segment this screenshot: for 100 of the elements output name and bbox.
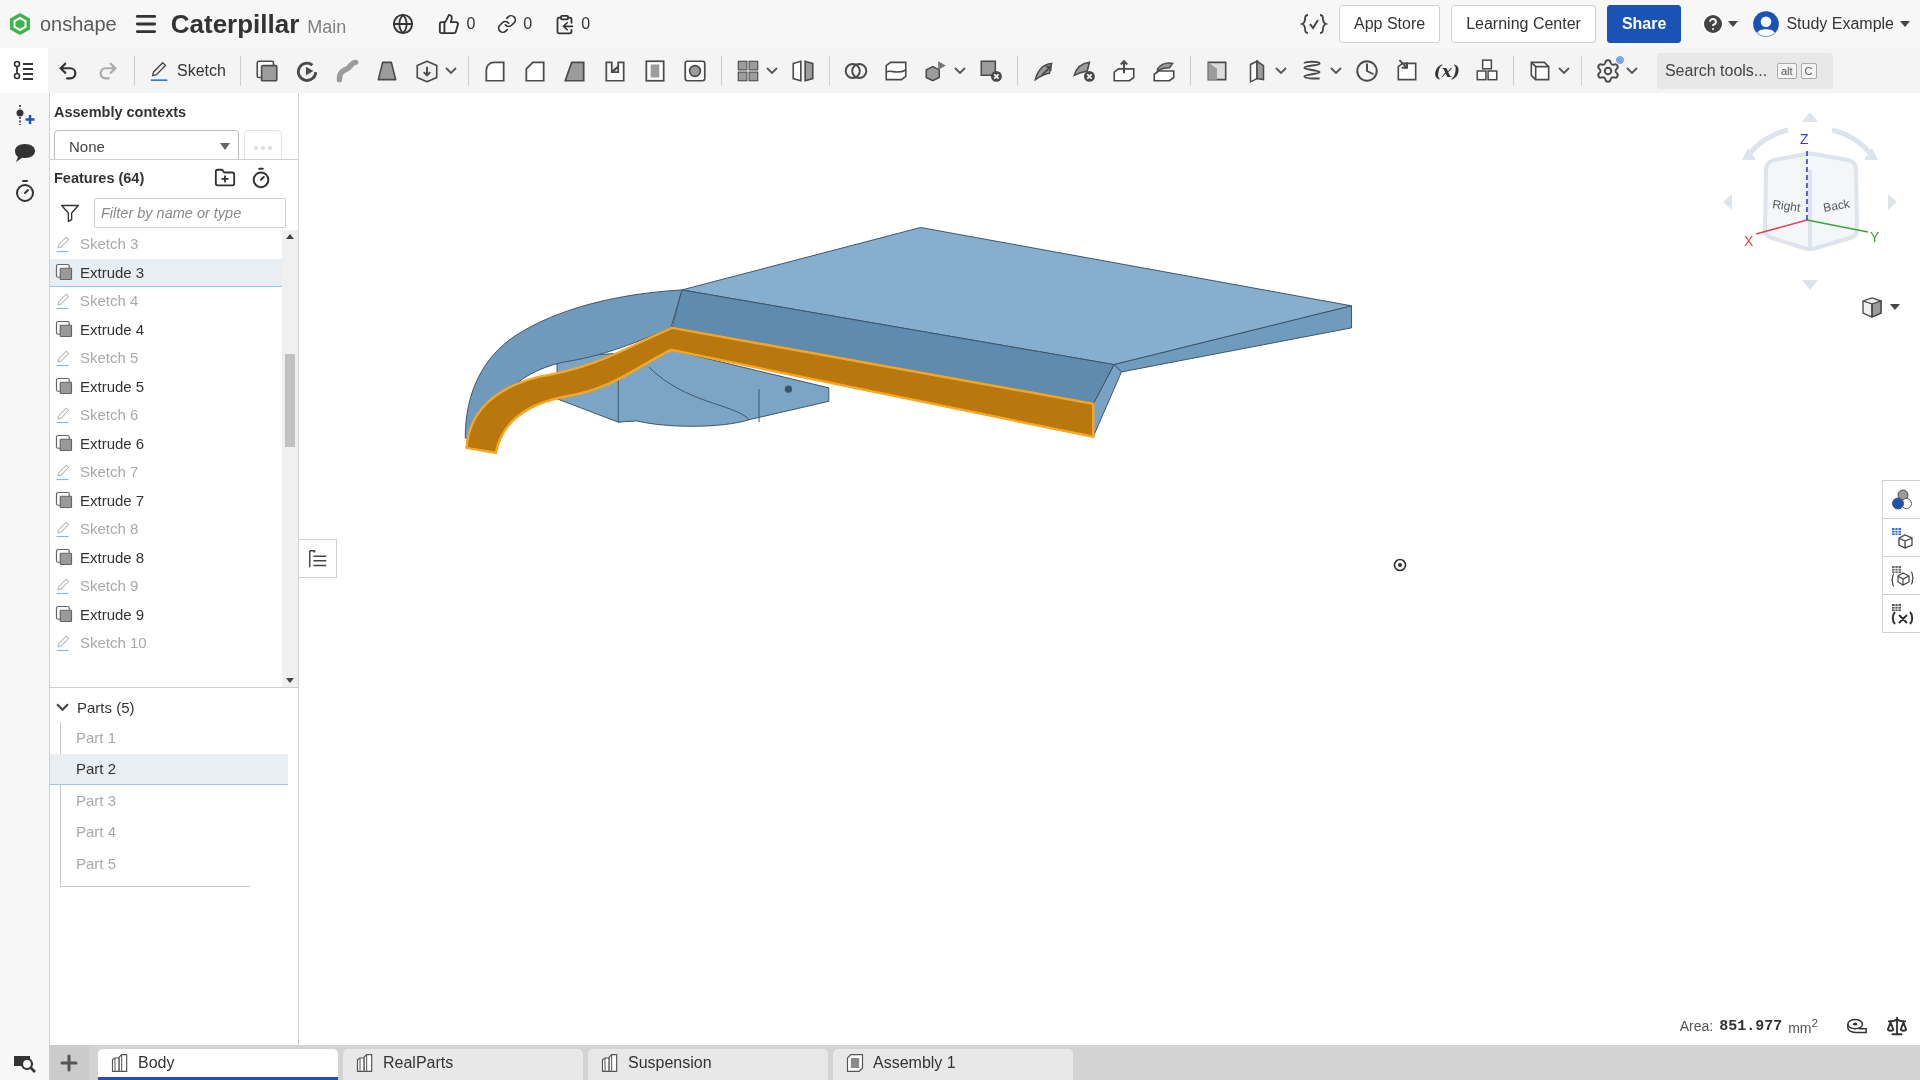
stacked-squares-icon — [55, 263, 73, 282]
user-menu[interactable]: Study Example — [1752, 10, 1910, 38]
list-tree-icon — [12, 58, 36, 83]
document-tab[interactable]: RealParts — [343, 1049, 583, 1080]
search-tools-field[interactable]: Search tools... alt C — [1656, 52, 1833, 89]
filter-icon[interactable] — [60, 203, 80, 223]
chevron-down-icon[interactable] — [1625, 66, 1638, 75]
panel-toggle-button[interactable] — [299, 539, 337, 578]
chevron-down-icon[interactable] — [953, 66, 966, 75]
stacked-squares-icon — [55, 548, 73, 567]
stacked-squares-icon — [55, 491, 73, 510]
side-panel-button[interactable] — [1882, 594, 1920, 633]
braces-check-icon[interactable] — [1300, 12, 1328, 36]
grid-cube-icon — [1889, 525, 1914, 550]
feature-item[interactable]: Extrude 8 — [50, 543, 282, 572]
logo-text: onshape — [40, 12, 117, 36]
target-icon — [1393, 558, 1407, 572]
part-item[interactable]: Part 2 — [50, 753, 288, 785]
caret-icon — [1900, 21, 1910, 27]
avatar-icon — [1752, 10, 1781, 38]
chevron-down-icon[interactable] — [444, 66, 457, 75]
scale-icon[interactable] — [1886, 1015, 1908, 1037]
measure-label: Area: — [1679, 1018, 1714, 1034]
caret-icon — [220, 143, 230, 150]
document-title: Caterpillar — [170, 8, 300, 40]
feature-list-button[interactable] — [0, 48, 48, 93]
logo-icon — [8, 12, 32, 36]
axis-label: Y — [1870, 229, 1880, 245]
header-button[interactable]: App Store — [1339, 5, 1441, 43]
more-icon — [253, 145, 273, 151]
mirror-icon[interactable] — [789, 57, 816, 84]
caret-icon[interactable] — [1728, 21, 1739, 27]
info-badge-icon — [1614, 54, 1625, 65]
clipboard-icon — [554, 13, 576, 35]
stacked-squares-icon — [55, 605, 73, 624]
document-tab[interactable]: Suspension — [588, 1049, 828, 1080]
feature-item[interactable]: Extrude 5 — [50, 372, 282, 401]
blocks-icon — [600, 1053, 620, 1073]
shortcut-key: C — [1800, 62, 1817, 79]
settings-icon[interactable] — [1594, 57, 1621, 84]
link-button[interactable]: 0 — [497, 14, 533, 34]
stacked-squares-icon — [55, 377, 73, 396]
chevron-down-icon[interactable] — [1274, 66, 1287, 75]
globe-icon[interactable] — [392, 13, 415, 35]
cube-delete-icon[interactable] — [977, 57, 1004, 84]
stacked-squares-icon[interactable] — [253, 57, 280, 84]
chevron-down-icon[interactable] — [1329, 66, 1342, 75]
thumbs-up-icon — [438, 13, 461, 35]
stacked-squares-icon — [55, 320, 73, 339]
chevron-down-icon[interactable] — [1557, 66, 1570, 75]
cube-face-label: Right — [1771, 197, 1802, 215]
arrow-up-icon[interactable] — [286, 234, 294, 239]
document-tab[interactable]: Assembly 1 — [833, 1049, 1073, 1080]
header-button[interactable]: Learning Center — [1451, 5, 1596, 43]
help-icon[interactable] — [1701, 12, 1726, 36]
list-icon — [306, 547, 329, 570]
grid-cube-icon — [1889, 563, 1914, 588]
scrollbar-thumb[interactable] — [285, 354, 295, 447]
measure-unit: mm$^{2}$ — [1788, 1016, 1818, 1036]
box-up-arrow-icon[interactable] — [1110, 57, 1137, 84]
comment-icon[interactable] — [12, 141, 37, 165]
folder-plus-icon[interactable] — [214, 167, 236, 189]
feature-item[interactable]: Extrude 9 — [50, 600, 282, 629]
share-button[interactable]: Share — [1606, 5, 1682, 43]
feature-item[interactable]: Extrude 4 — [50, 315, 282, 344]
link-icon — [497, 14, 518, 34]
axis-label: X — [1744, 233, 1754, 249]
cube-face-label: Back — [1822, 196, 1851, 215]
context-dropdown[interactable]: None — [54, 130, 239, 159]
grid-variable-icon — [1889, 601, 1914, 626]
blocks-icon — [110, 1053, 130, 1073]
measure-value: 851.977 — [1719, 1017, 1783, 1035]
section-label: Parts (5) — [77, 698, 135, 716]
shortcut-key: alt — [1776, 62, 1797, 79]
pie-icon[interactable] — [1353, 57, 1380, 84]
search-input[interactable]: Search tools... — [1664, 61, 1773, 80]
feature-item[interactable]: Extrude 3 — [50, 258, 282, 287]
shaded-cube-icon[interactable] — [1860, 295, 1884, 319]
variable-button[interactable]: (x) — [1433, 60, 1461, 81]
stopwatch-icon[interactable] — [250, 167, 272, 189]
blocks-icon — [355, 1053, 375, 1073]
chevron-down-icon[interactable] — [765, 66, 778, 75]
chevron-down-icon[interactable] — [56, 702, 69, 712]
scrollbar[interactable] — [282, 230, 298, 687]
copy-button[interactable]: 0 — [554, 13, 591, 35]
cube-icon — [845, 1053, 865, 1073]
add-tab-button[interactable] — [49, 1045, 89, 1080]
overlapping-circles-icon — [1889, 487, 1914, 512]
filter-field[interactable]: Filter by name or type — [94, 198, 286, 228]
document-tab[interactable]: Body — [98, 1049, 338, 1080]
stacked-squares-icon — [55, 434, 73, 453]
arrow-down-icon[interactable] — [286, 678, 294, 683]
sketch-button[interactable]: Sketch — [141, 52, 234, 89]
workspace-label[interactable]: Main — [307, 17, 347, 38]
feature-item[interactable]: Extrude 7 — [50, 486, 282, 515]
like-button[interactable]: 0 — [438, 13, 476, 35]
feature-item[interactable]: Extrude 6 — [50, 429, 282, 458]
side-panel-button[interactable] — [1882, 480, 1920, 519]
axis-label: Z — [1800, 131, 1809, 147]
caret-icon[interactable] — [1890, 304, 1900, 310]
